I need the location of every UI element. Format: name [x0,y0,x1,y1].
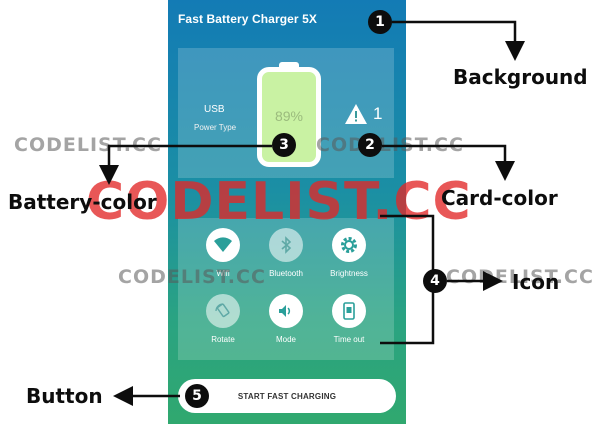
annotation-badge-3: 3 [272,133,296,157]
annotation-label-card-color: Card-color [441,186,558,210]
annotation-badge-2: 2 [358,133,382,157]
annotation-label-icon: Icon [512,270,560,294]
annotation-badge-1: 1 [368,10,392,34]
annotation-label-background: Background [453,65,588,89]
annotation-label-battery-color: Battery-color [8,190,157,214]
annotation-badge-4: 4 [423,269,447,293]
annotation-badge-5: 5 [185,384,209,408]
annotation-label-button: Button [26,384,103,408]
